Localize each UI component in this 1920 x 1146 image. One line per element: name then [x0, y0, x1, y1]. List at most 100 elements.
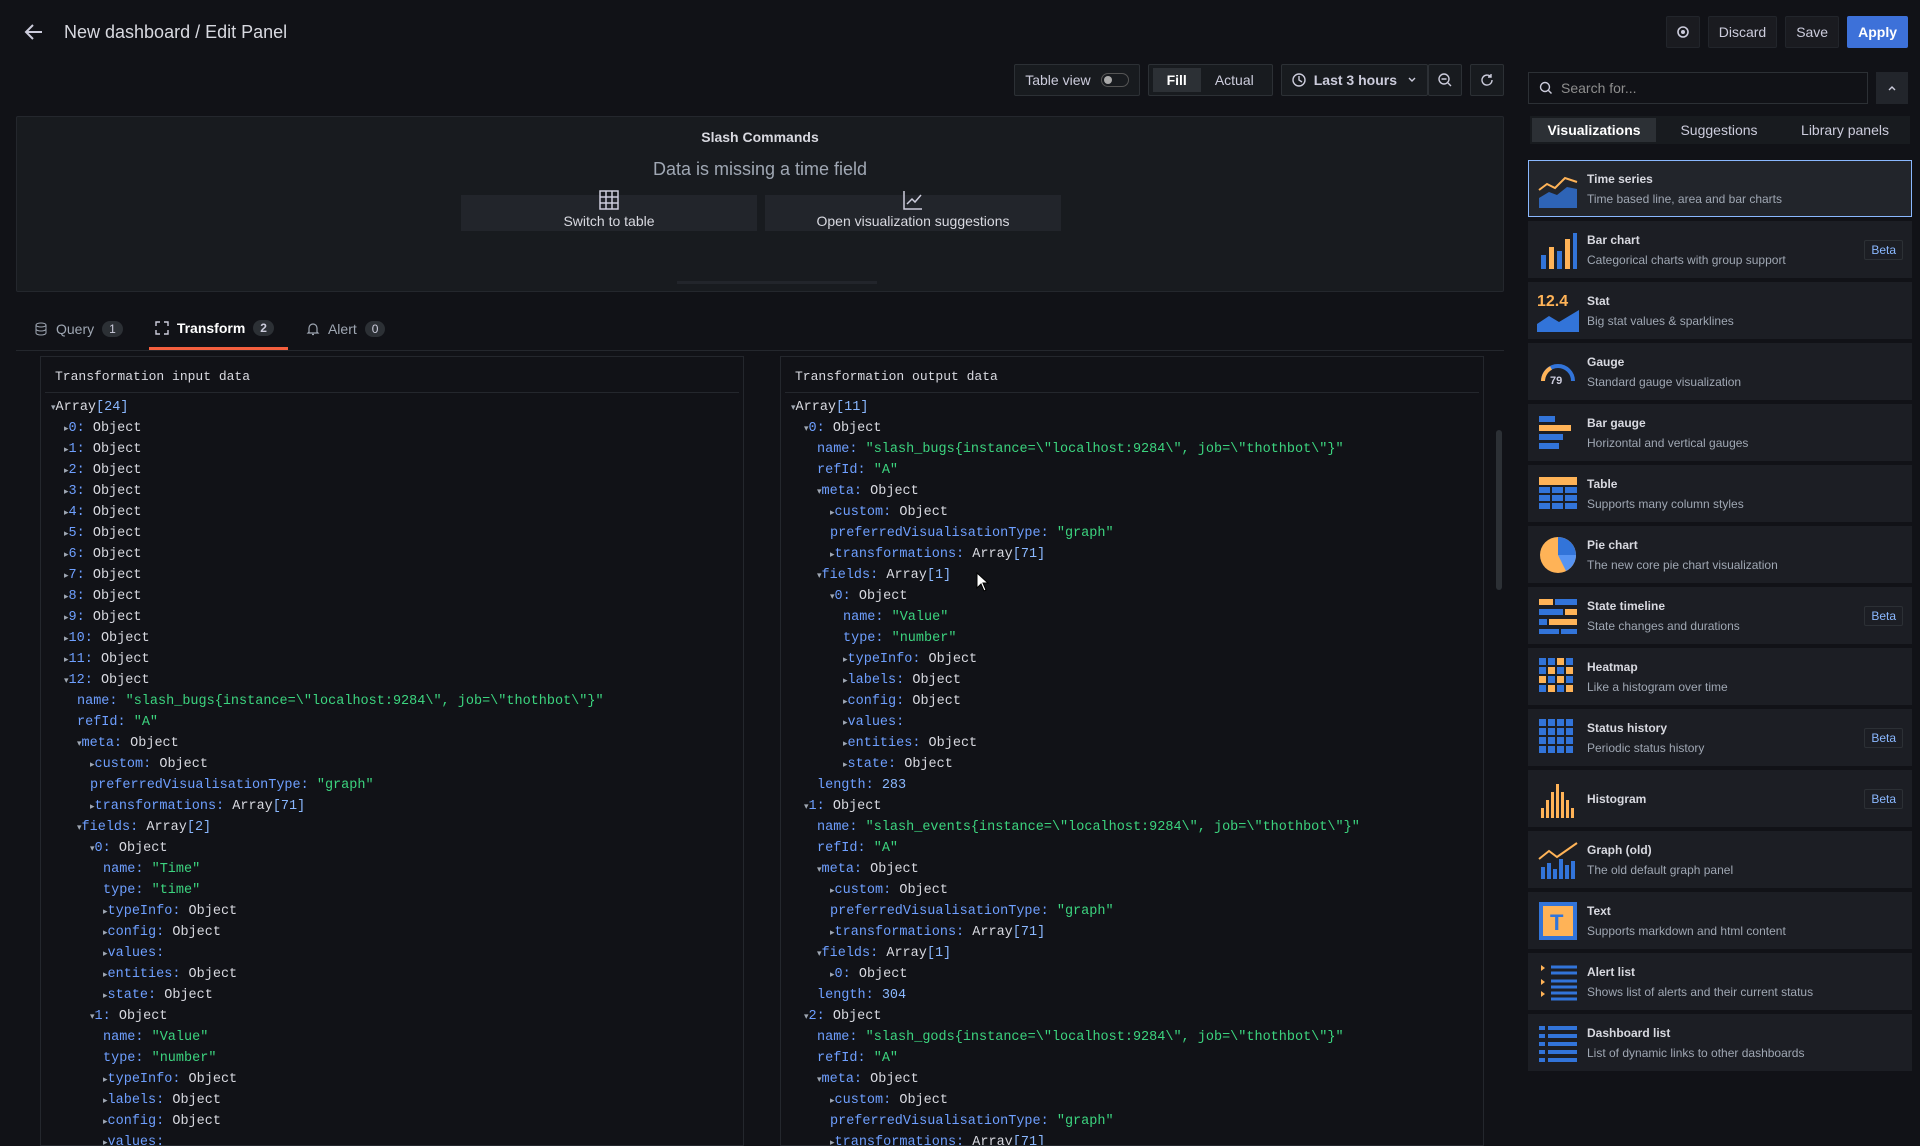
node-key: length:: [817, 778, 882, 793]
output-scrollbar[interactable]: [1496, 430, 1502, 590]
tree-node[interactable]: ▸values:: [51, 943, 743, 964]
viz-item-table[interactable]: Table Supports many column styles: [1528, 465, 1912, 522]
tab-visualizations[interactable]: Visualizations: [1532, 118, 1656, 142]
tree-node[interactable]: ▸10: Object: [51, 628, 743, 649]
toggle-switch[interactable]: [1100, 73, 1129, 87]
viz-item-gauge[interactable]: 79 Gauge Standard gauge visualization: [1528, 343, 1912, 400]
tree-node[interactable]: ▸3: Object: [51, 481, 743, 502]
zoom-out-icon[interactable]: [1428, 64, 1462, 96]
tab-suggestions[interactable]: Suggestions: [1656, 118, 1782, 142]
viz-item-alert-list[interactable]: Alert list Shows list of alerts and their…: [1528, 953, 1912, 1010]
tree-node[interactable]: ▸0: Object: [791, 964, 1483, 985]
open-suggestions-button[interactable]: Open visualization suggestions: [765, 191, 1061, 231]
tree-node[interactable]: ▸custom: Object: [791, 1090, 1483, 1111]
tree-node[interactable]: ▸transformations: Array[71]: [791, 922, 1483, 943]
tree-node[interactable]: ▾0: Object: [791, 586, 1483, 607]
tree-node[interactable]: ▾fields: Array[2]: [51, 817, 743, 838]
tree-node[interactable]: ▸custom: Object: [791, 502, 1483, 523]
node-key: refId:: [817, 1051, 874, 1066]
tab-library-panels[interactable]: Library panels: [1782, 118, 1908, 142]
tree-node[interactable]: ▾1: Object: [51, 1006, 743, 1027]
tree-node[interactable]: ▸4: Object: [51, 502, 743, 523]
tree-node[interactable]: ▸7: Object: [51, 565, 743, 586]
viz-item-bar-gauge[interactable]: Bar gauge Horizontal and vertical gauges: [1528, 404, 1912, 461]
tree-node[interactable]: ▸2: Object: [51, 460, 743, 481]
tree-node[interactable]: ▸entities: Object: [791, 733, 1483, 754]
viz-item-status-history[interactable]: Status history Periodic status history Bet…: [1528, 709, 1912, 766]
tree-node[interactable]: ▸transformations: Array[71]: [51, 796, 743, 817]
tree-node[interactable]: ▸state: Object: [51, 985, 743, 1006]
viz-item-graph-old[interactable]: Graph (old) The old default graph panel: [1528, 831, 1912, 888]
tree-node[interactable]: ▸11: Object: [51, 649, 743, 670]
time-range-picker[interactable]: Last 3 hours: [1280, 64, 1428, 96]
tree-node[interactable]: ▾meta: Object: [791, 859, 1483, 880]
tree-node[interactable]: ▾1: Object: [791, 796, 1483, 817]
tree-node[interactable]: ▾Array[11]: [791, 397, 1483, 418]
actual-option[interactable]: Actual: [1201, 68, 1268, 92]
tab-transform[interactable]: Transform 2: [148, 308, 288, 350]
viz-item-dashboard-list[interactable]: Dashboard list List of dynamic links to o…: [1528, 1014, 1912, 1071]
tree-node[interactable]: ▸labels: Object: [51, 1090, 743, 1111]
tree-node[interactable]: ▾meta: Object: [791, 481, 1483, 502]
tree-node[interactable]: ▸state: Object: [791, 754, 1483, 775]
switch-to-table-button[interactable]: Switch to table: [461, 190, 757, 231]
tree-node[interactable]: ▸8: Object: [51, 586, 743, 607]
viz-item-heatmap[interactable]: Heatmap Like a histogram over time: [1528, 648, 1912, 705]
tree-node[interactable]: ▾12: Object: [51, 670, 743, 691]
tree-node[interactable]: ▾Array[24]: [51, 397, 743, 418]
tree-node[interactable]: ▸config: Object: [51, 922, 743, 943]
viz-item-stat[interactable]: 12.4 Stat Big stat values & sparklines: [1528, 282, 1912, 339]
tree-node[interactable]: ▸labels: Object: [791, 670, 1483, 691]
tree-node[interactable]: ▸entities: Object: [51, 964, 743, 985]
node-value: Object: [118, 841, 168, 856]
fill-option[interactable]: Fill: [1152, 68, 1201, 92]
node-value: Array: [146, 820, 187, 835]
viz-item-histogram[interactable]: Histogram Beta: [1528, 770, 1912, 827]
tree-node[interactable]: ▾meta: Object: [51, 733, 743, 754]
viz-item-text[interactable]: T Text Supports markdown and html content: [1528, 892, 1912, 949]
apply-button[interactable]: Apply: [1847, 16, 1908, 48]
tree-node[interactable]: ▸config: Object: [51, 1111, 743, 1132]
panel-title: Slash Commands: [701, 129, 819, 145]
tree-node[interactable]: ▸values:: [791, 712, 1483, 733]
tree-node[interactable]: ▾fields: Array[1]: [791, 943, 1483, 964]
viz-item-bar-chart[interactable]: Bar chart Categorical charts with group s…: [1528, 221, 1912, 278]
refresh-icon[interactable]: [1470, 64, 1504, 96]
tree-node[interactable]: ▾fields: Array[1]: [791, 565, 1483, 586]
discard-button[interactable]: Discard: [1707, 16, 1778, 48]
tree-node[interactable]: ▾0: Object: [791, 418, 1483, 439]
node-value: Object: [912, 673, 961, 688]
node-key: type:: [103, 1051, 152, 1066]
tree-node[interactable]: ▸1: Object: [51, 439, 743, 460]
tree-node[interactable]: ▸0: Object: [51, 418, 743, 439]
back-arrow-icon[interactable]: [20, 18, 48, 46]
viz-item-state-timeline[interactable]: State timeline State changes and duration…: [1528, 587, 1912, 644]
tree-node[interactable]: ▸values:: [51, 1132, 743, 1145]
tree-node[interactable]: ▸transformations: Array[71]: [791, 544, 1483, 565]
settings-gear-icon[interactable]: [1665, 16, 1700, 48]
tree-node[interactable]: ▾2: Object: [791, 1006, 1483, 1027]
tree-node[interactable]: ▸custom: Object: [51, 754, 743, 775]
database-icon: [35, 322, 47, 336]
viz-item-pie-chart[interactable]: Pie chart The new core pie chart visualiz…: [1528, 526, 1912, 583]
tree-node[interactable]: ▸typeInfo: Object: [51, 901, 743, 922]
collapse-icon[interactable]: [1876, 72, 1908, 104]
tree-node: type: "number": [791, 628, 1483, 649]
viz-search-input[interactable]: Search for...: [1528, 72, 1868, 104]
viz-item-time-series[interactable]: Time series Time based line, area and bar…: [1528, 160, 1912, 217]
tab-alert[interactable]: Alert 0: [300, 308, 399, 350]
tree-node[interactable]: ▸config: Object: [791, 691, 1483, 712]
tree-node[interactable]: ▸6: Object: [51, 544, 743, 565]
node-key: values:: [847, 715, 913, 730]
tree-node[interactable]: ▾0: Object: [51, 838, 743, 859]
tree-node[interactable]: ▸5: Object: [51, 523, 743, 544]
tree-node[interactable]: ▸custom: Object: [791, 880, 1483, 901]
tree-node[interactable]: ▸9: Object: [51, 607, 743, 628]
tree-node[interactable]: ▸typeInfo: Object: [791, 649, 1483, 670]
graph-old-icon: [1537, 839, 1579, 881]
panel-resize-bar[interactable]: [677, 281, 877, 284]
save-button[interactable]: Save: [1785, 16, 1840, 48]
tree-node[interactable]: ▸transformations: Array[71]: [791, 1132, 1483, 1145]
table-view-toggle[interactable]: Table view: [1014, 64, 1140, 96]
tab-query[interactable]: Query 1: [28, 308, 137, 350]
